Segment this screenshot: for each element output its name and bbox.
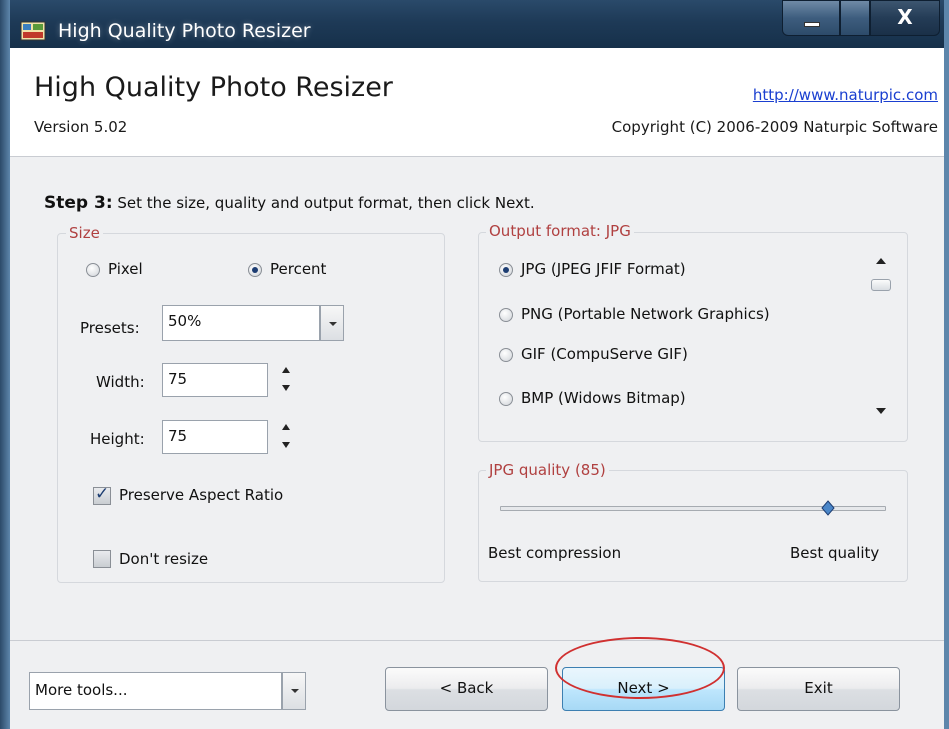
width-input[interactable]: 75 — [162, 363, 268, 397]
dont-resize-checkbox[interactable] — [93, 550, 111, 568]
exit-button[interactable]: Exit — [737, 667, 900, 711]
spin-up-icon[interactable] — [282, 424, 290, 430]
close-icon: X — [897, 5, 913, 29]
format-gif-radio[interactable] — [499, 348, 513, 362]
format-jpg-radio[interactable] — [499, 263, 513, 277]
percent-radio-label[interactable]: Percent — [270, 260, 326, 278]
scroll-up-icon[interactable] — [876, 258, 886, 264]
format-bmp-label[interactable]: BMP (Widows Bitmap) — [521, 389, 686, 407]
format-png-radio[interactable] — [499, 308, 513, 322]
size-group-legend: Size — [66, 224, 103, 242]
step-text: Set the size, quality and output format,… — [117, 194, 535, 212]
presets-label: Presets: — [80, 319, 140, 337]
pixel-radio[interactable] — [86, 263, 100, 277]
step-number: Step 3: — [44, 193, 113, 213]
window-border-left — [0, 0, 10, 729]
spin-up-icon[interactable] — [282, 367, 290, 373]
quality-slider-thumb[interactable] — [821, 500, 835, 516]
jpg-quality-group — [478, 470, 908, 582]
pixel-radio-label[interactable]: Pixel — [108, 260, 143, 278]
jpg-quality-legend: JPG quality (85) — [486, 461, 609, 479]
app-title: High Quality Photo Resizer — [34, 72, 393, 103]
output-format-legend: Output format: JPG — [486, 222, 634, 240]
more-tools-combobox[interactable]: More tools... — [29, 672, 282, 710]
format-scrollbar[interactable] — [866, 244, 896, 428]
step-instruction: Step 3: Set the size, quality and output… — [44, 193, 535, 213]
format-jpg-label[interactable]: JPG (JPEG JFIF Format) — [521, 260, 686, 278]
quality-min-label: Best compression — [488, 544, 622, 562]
dont-resize-label[interactable]: Don't resize — [119, 550, 208, 568]
minimize-button[interactable] — [782, 0, 840, 36]
header-panel: High Quality Photo Resizer Version 5.02 … — [10, 48, 944, 157]
checkmark-icon: ✓ — [95, 484, 110, 504]
website-link[interactable]: http://www.naturpic.com — [753, 86, 938, 104]
height-label: Height: — [90, 430, 145, 448]
presets-dropdown-arrow[interactable] — [320, 305, 344, 341]
quality-max-label: Best quality — [790, 544, 880, 562]
back-button[interactable]: < Back — [385, 667, 548, 711]
more-tools-dropdown-arrow[interactable] — [282, 672, 306, 710]
preserve-aspect-label[interactable]: Preserve Aspect Ratio — [119, 486, 283, 504]
height-spinner[interactable] — [279, 420, 293, 454]
format-bmp-radio[interactable] — [499, 392, 513, 406]
percent-radio[interactable] — [248, 263, 262, 277]
format-png-label[interactable]: PNG (Portable Network Graphics) — [521, 305, 770, 323]
height-input[interactable]: 75 — [162, 420, 268, 454]
application-window: High Quality Photo Resizer X High Qualit… — [0, 0, 949, 729]
width-spinner[interactable] — [279, 363, 293, 397]
app-icon — [20, 20, 46, 42]
format-gif-label[interactable]: GIF (CompuServe GIF) — [521, 345, 688, 363]
spin-down-icon[interactable] — [282, 442, 290, 448]
maximize-button[interactable] — [840, 0, 870, 36]
window-border-right — [944, 0, 949, 729]
spin-down-icon[interactable] — [282, 385, 290, 391]
scroll-thumb[interactable] — [871, 279, 891, 291]
title-bar[interactable]: High Quality Photo Resizer X — [0, 0, 949, 48]
width-label: Width: — [96, 373, 145, 391]
scroll-down-icon[interactable] — [876, 408, 886, 414]
footer-separator — [10, 640, 944, 641]
window-title: High Quality Photo Resizer — [58, 20, 311, 42]
next-button-highlight-circle — [555, 637, 725, 699]
size-group — [57, 233, 445, 583]
close-button[interactable]: X — [870, 0, 940, 36]
presets-combobox[interactable]: 50% — [162, 305, 320, 341]
copyright-label: Copyright (C) 2006-2009 Naturpic Softwar… — [611, 118, 938, 136]
preserve-aspect-checkbox[interactable]: ✓ — [93, 484, 111, 505]
minimize-icon — [804, 22, 820, 27]
version-label: Version 5.02 — [34, 118, 128, 136]
